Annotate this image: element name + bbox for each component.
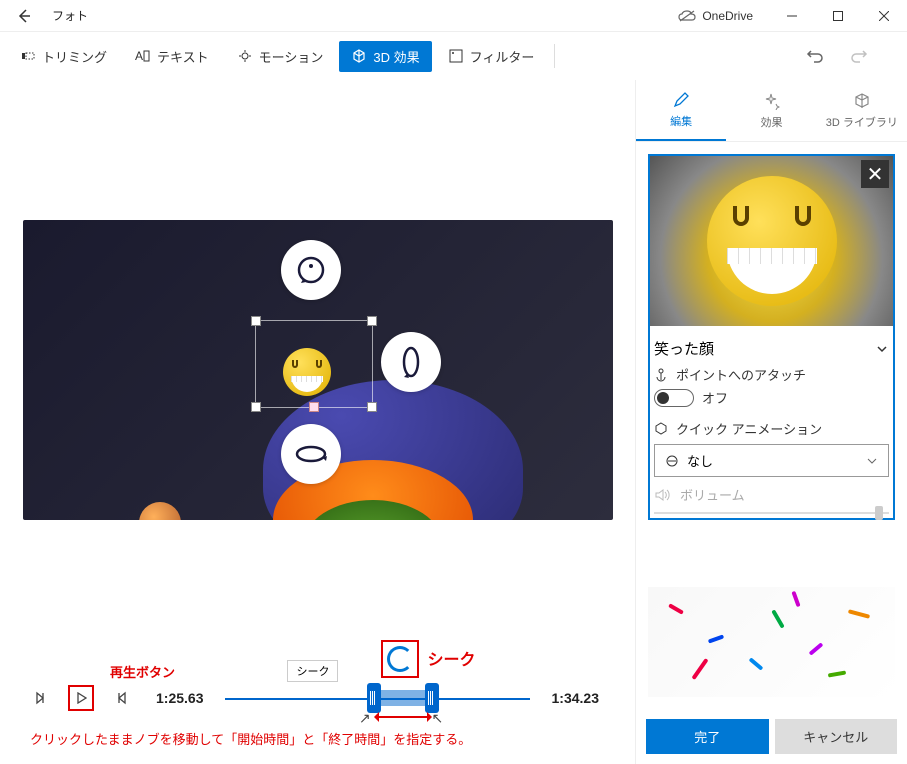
- rotate-x-handle[interactable]: [281, 424, 341, 484]
- resize-handle-tl[interactable]: [251, 316, 261, 326]
- filter-icon: [448, 48, 464, 64]
- chevron-down-icon: [866, 455, 878, 467]
- attach-label: ポイントへのアタッチ: [676, 365, 889, 384]
- canvas-area: 再生ボタン 1:25.63 シーク シーク ↖ ↖: [0, 80, 635, 764]
- animation-dropdown[interactable]: なし: [654, 444, 889, 477]
- instruction-text: クリックしたままノブを移動して「開始時間」と「終了時間」を指定する。: [8, 721, 627, 764]
- clip-start-handle[interactable]: [367, 683, 381, 713]
- object-name-row[interactable]: 笑った顔: [650, 326, 893, 363]
- text-icon: A: [135, 48, 151, 64]
- animation-label: クイック アニメーション: [676, 419, 889, 438]
- none-icon: [665, 454, 679, 468]
- next-frame-button[interactable]: [108, 685, 134, 711]
- seek-tooltip: シーク: [287, 660, 338, 682]
- volume-thumb[interactable]: [875, 506, 883, 520]
- onedrive-status[interactable]: OneDrive: [678, 9, 753, 23]
- cancel-button[interactable]: キャンセル: [775, 719, 898, 754]
- app-title: フォト: [52, 7, 88, 24]
- minimize-button[interactable]: [769, 0, 815, 32]
- drag-arrow-annotation: [375, 716, 431, 718]
- remove-object-button[interactable]: ✕: [861, 160, 889, 188]
- close-button[interactable]: [861, 0, 907, 32]
- redo-button[interactable]: [843, 40, 875, 72]
- undo-button[interactable]: [799, 40, 831, 72]
- video-canvas[interactable]: [23, 220, 613, 520]
- tab-effects[interactable]: 効果: [726, 80, 816, 141]
- timeline-area: 再生ボタン 1:25.63 シーク シーク ↖ ↖: [8, 642, 627, 721]
- 3d-effects-button[interactable]: 3D 効果: [339, 41, 431, 72]
- play-button-annotation: 再生ボタン: [110, 662, 607, 681]
- object-preview-card: ✕ 笑った顔 ポイントへのアタッチ オフ クイック アニメーション: [648, 154, 895, 520]
- titlebar: フォト OneDrive: [0, 0, 907, 32]
- end-time: 1:34.23: [552, 690, 599, 706]
- anchor-icon: [654, 368, 668, 382]
- motion-icon: [237, 48, 253, 64]
- pencil-icon: [672, 91, 690, 109]
- clip-end-handle[interactable]: [425, 683, 439, 713]
- resize-handle-bc[interactable]: [309, 402, 319, 412]
- volume-icon: [654, 487, 670, 503]
- cube-icon: [853, 92, 871, 110]
- tab-3d-library[interactable]: 3D ライブラリ: [817, 80, 907, 141]
- 3d-effects-icon: [351, 48, 367, 64]
- done-button[interactable]: 完了: [646, 719, 769, 754]
- back-button[interactable]: [12, 4, 36, 28]
- volume-slider[interactable]: [654, 512, 889, 514]
- tab-edit[interactable]: 編集: [636, 80, 726, 141]
- chevron-down-icon: [875, 342, 889, 356]
- attach-toggle[interactable]: [654, 389, 694, 407]
- svg-text:A: A: [135, 49, 143, 63]
- object-preview: ✕: [650, 156, 893, 326]
- filter-button[interactable]: フィルター: [436, 41, 547, 72]
- resize-handle-br[interactable]: [367, 402, 377, 412]
- sparkle-icon: [762, 92, 780, 110]
- effect-card-confetti[interactable]: [648, 587, 895, 697]
- toolbar: トリミング A テキスト モーション 3D 効果 フィルター: [0, 32, 907, 80]
- motion-button[interactable]: モーション: [225, 41, 336, 72]
- rotate-y-handle[interactable]: [381, 332, 441, 392]
- maximize-button[interactable]: [815, 0, 861, 32]
- side-panel: 編集 効果 3D ライブラリ ✕ 笑っ: [635, 80, 907, 764]
- timeline-track[interactable]: シーク シーク ↖ ↖: [225, 686, 529, 710]
- rotate-z-handle[interactable]: [281, 240, 341, 300]
- text-button[interactable]: A テキスト: [123, 41, 221, 72]
- play-button[interactable]: [68, 685, 94, 711]
- resize-handle-tr[interactable]: [367, 316, 377, 326]
- trimming-icon: [20, 48, 36, 64]
- resize-handle-bl[interactable]: [251, 402, 261, 412]
- attach-state: オフ: [702, 388, 728, 407]
- 3d-object-smiley[interactable]: [283, 348, 331, 396]
- trimming-button[interactable]: トリミング: [8, 41, 119, 72]
- background-sphere: [139, 502, 181, 520]
- current-time: 1:25.63: [156, 690, 203, 706]
- seek-annotation-label: シーク: [427, 646, 475, 670]
- prev-frame-button[interactable]: [28, 685, 54, 711]
- animation-cube-icon: [654, 422, 668, 436]
- volume-label: ボリューム: [680, 485, 745, 504]
